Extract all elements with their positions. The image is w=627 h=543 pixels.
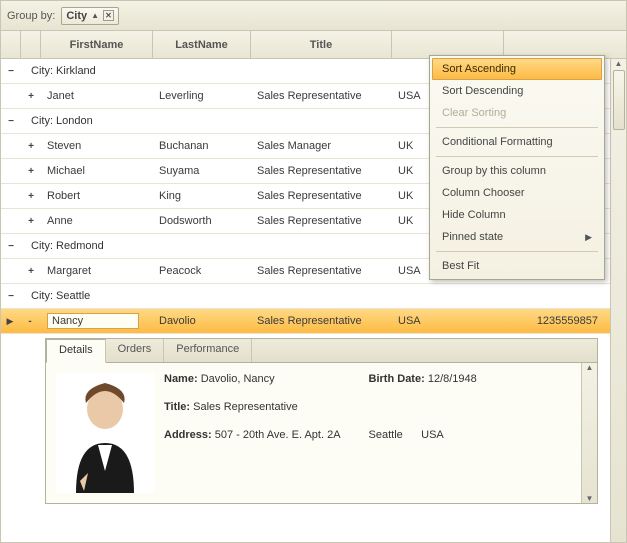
detail-address-label: Address:	[164, 429, 212, 441]
group-chip-label: City	[66, 10, 87, 22]
detail-address-value: 507 - 20th Ave. E. Apt. 2A	[215, 429, 341, 441]
detail-tabs: Details Orders Performance	[46, 339, 597, 363]
table-row-selected[interactable]: ▶ - Nancy Davolio Sales Representative U…	[1, 309, 610, 334]
collapse-icon[interactable]: -	[28, 316, 31, 327]
menu-pinned-state[interactable]: Pinned state▶	[432, 226, 602, 248]
header-phone[interactable]	[504, 31, 604, 58]
row-indicator-icon: ▶	[1, 316, 19, 327]
menu-column-chooser[interactable]: Column Chooser	[432, 182, 602, 204]
detail-title-value: Sales Representative	[193, 401, 298, 413]
cell-firstname[interactable]: Janet	[41, 90, 153, 102]
detail-birth-label: Birth Date:	[369, 373, 425, 385]
expand-icon[interactable]: +	[28, 166, 34, 177]
submenu-arrow-icon: ▶	[585, 232, 592, 243]
cell-title[interactable]: Sales Representative	[251, 165, 392, 177]
cell-firstname[interactable]: Robert	[41, 190, 153, 202]
scroll-up-icon[interactable]: ▲	[586, 363, 594, 372]
expand-icon[interactable]: +	[28, 141, 34, 152]
column-context-menu: Sort Ascending Sort Descending Clear Sor…	[429, 55, 605, 280]
group-label: City: Kirkland	[27, 65, 96, 77]
group-row[interactable]: − City: Seattle	[1, 284, 610, 309]
cell-lastname[interactable]: Buchanan	[153, 140, 251, 152]
cell-lastname[interactable]: King	[153, 190, 251, 202]
cell-firstname[interactable]: Steven	[41, 140, 153, 152]
header-expander-col	[1, 31, 21, 58]
close-icon[interactable]: ✕	[103, 10, 114, 21]
detail-country: USA	[421, 429, 444, 441]
menu-clear-sorting: Clear Sorting	[432, 102, 602, 124]
cell-title[interactable]: Sales Manager	[251, 140, 392, 152]
cell-lastname[interactable]: Suyama	[153, 165, 251, 177]
collapse-icon[interactable]: −	[8, 291, 14, 302]
cell-country[interactable]: USA	[392, 315, 504, 327]
group-label: City: Redmond	[27, 240, 104, 252]
cell-firstname[interactable]: Anne	[41, 215, 153, 227]
menu-conditional-formatting[interactable]: Conditional Formatting	[432, 131, 602, 153]
group-by-label: Group by:	[7, 10, 55, 22]
menu-group-by-column[interactable]: Group by this column	[432, 160, 602, 182]
detail-title-label: Title:	[164, 401, 190, 413]
cell-title[interactable]: Sales Representative	[251, 90, 392, 102]
header-expander-col2	[21, 31, 41, 58]
cell-lastname[interactable]: Dodsworth	[153, 215, 251, 227]
group-by-bar: Group by: City ▲ ✕	[1, 1, 626, 31]
cell-lastname[interactable]: Peacock	[153, 265, 251, 277]
menu-best-fit[interactable]: Best Fit	[432, 255, 602, 277]
cell-title[interactable]: Sales Representative	[251, 215, 392, 227]
cell-lastname[interactable]: Leverling	[153, 90, 251, 102]
cell-firstname-editing[interactable]: Nancy	[41, 313, 153, 329]
collapse-icon[interactable]: −	[8, 241, 14, 252]
cell-title[interactable]: Sales Representative	[251, 315, 392, 327]
detail-name-value: Davolio, Nancy	[201, 373, 275, 385]
detail-birth-value: 12/8/1948	[428, 373, 477, 385]
main-scrollbar[interactable]: ▲	[610, 59, 626, 542]
tab-details[interactable]: Details	[46, 339, 106, 363]
detail-name-label: Name:	[164, 373, 198, 385]
cell-firstname[interactable]: Margaret	[41, 265, 153, 277]
cell-title[interactable]: Sales Representative	[251, 265, 392, 277]
group-chip-city[interactable]: City ▲ ✕	[61, 7, 119, 25]
expand-icon[interactable]: +	[28, 191, 34, 202]
detail-scrollbar[interactable]: ▲ ▼	[581, 363, 597, 503]
expand-icon[interactable]: +	[28, 91, 34, 102]
header-lastname[interactable]: LastName	[153, 31, 251, 58]
scroll-down-icon[interactable]: ▼	[586, 494, 594, 503]
header-title[interactable]: Title	[251, 31, 392, 58]
expand-icon[interactable]: +	[28, 266, 34, 277]
scroll-up-icon[interactable]: ▲	[615, 59, 623, 68]
group-label: City: Seattle	[27, 290, 90, 302]
cell-title[interactable]: Sales Representative	[251, 190, 392, 202]
cell-lastname[interactable]: Davolio	[153, 315, 251, 327]
avatar	[56, 373, 154, 493]
cell-firstname[interactable]: Michael	[41, 165, 153, 177]
scroll-thumb[interactable]	[613, 70, 625, 130]
header-firstname[interactable]: FirstName	[41, 31, 153, 58]
menu-separator	[436, 127, 598, 128]
menu-sort-ascending[interactable]: Sort Ascending	[432, 58, 602, 80]
menu-hide-column[interactable]: Hide Column	[432, 204, 602, 226]
tab-orders[interactable]: Orders	[106, 339, 165, 362]
menu-separator	[436, 251, 598, 252]
collapse-icon[interactable]: −	[8, 66, 14, 77]
detail-panel: Details Orders Performance	[45, 338, 598, 504]
header-country[interactable]	[392, 31, 504, 58]
menu-separator	[436, 156, 598, 157]
detail-city: Seattle	[369, 429, 403, 441]
expand-icon[interactable]: +	[28, 216, 34, 227]
cell-phone[interactable]: 1235559857	[504, 315, 604, 327]
group-label: City: London	[27, 115, 93, 127]
menu-sort-descending[interactable]: Sort Descending	[432, 80, 602, 102]
tab-performance[interactable]: Performance	[164, 339, 252, 362]
collapse-icon[interactable]: −	[8, 116, 14, 127]
sort-asc-icon: ▲	[91, 11, 99, 20]
